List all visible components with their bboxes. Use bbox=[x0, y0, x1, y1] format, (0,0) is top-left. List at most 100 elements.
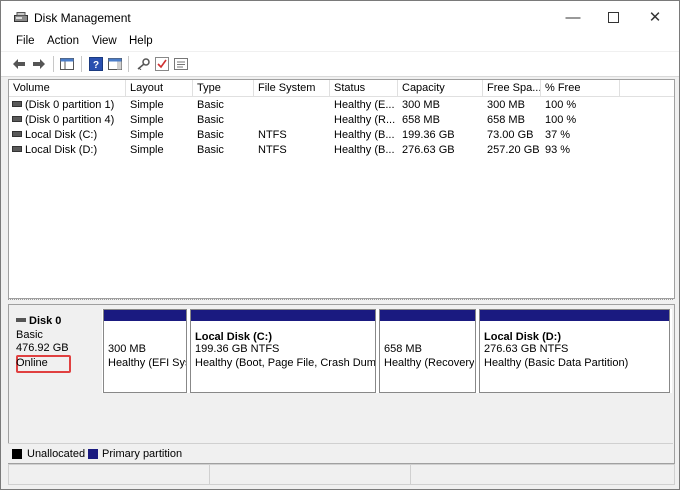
forward-arrow-icon[interactable] bbox=[31, 56, 47, 72]
column-header-capacity[interactable]: Capacity bbox=[398, 80, 483, 97]
capacity-cell: 300 MB bbox=[402, 99, 440, 111]
primary-partition-bar bbox=[191, 310, 375, 321]
status-bar bbox=[8, 464, 675, 485]
partition-status: Healthy (Basic Data Partition) bbox=[484, 357, 629, 369]
partition-map: 300 MB Healthy (EFI Sys Local Disk (C:) … bbox=[102, 309, 672, 393]
percent-free-cell: 37 % bbox=[545, 129, 571, 141]
close-icon: ✕ bbox=[648, 9, 662, 26]
status-cell: Healthy (E... bbox=[334, 99, 395, 111]
key-icon[interactable] bbox=[135, 56, 151, 72]
file-system-cell: NTFS bbox=[258, 144, 287, 156]
partition-status: Healthy (Boot, Page File, Crash Dump bbox=[195, 357, 375, 369]
column-header-percent-free[interactable]: % Free bbox=[541, 80, 620, 97]
partition-status: Healthy (Recovery bbox=[384, 357, 474, 369]
check-icon[interactable] bbox=[154, 56, 170, 72]
disk-status: Online bbox=[16, 357, 48, 369]
free-space-cell: 300 MB bbox=[487, 99, 525, 111]
free-space-cell: 257.20 GB bbox=[487, 144, 540, 156]
status-cell: Healthy (B... bbox=[334, 144, 395, 156]
minimize-icon: — bbox=[565, 8, 581, 26]
title-bar: Disk Management — ✕ bbox=[1, 1, 679, 33]
layout-cell: Simple bbox=[130, 99, 164, 111]
svg-text:?: ? bbox=[93, 60, 99, 71]
percent-free-cell: 100 % bbox=[545, 99, 577, 111]
primary-partition-swatch bbox=[88, 449, 98, 459]
console-tree-icon[interactable] bbox=[59, 56, 75, 72]
volume-name: (Disk 0 partition 1) bbox=[25, 99, 115, 111]
disk-type: Basic bbox=[16, 329, 43, 341]
legend: Unallocated Primary partition bbox=[8, 443, 673, 463]
disk-0-info[interactable]: Disk 0 Basic 476.92 GB Online bbox=[9, 309, 101, 393]
volume-icon bbox=[12, 101, 22, 107]
file-system-cell: NTFS bbox=[258, 129, 287, 141]
table-row[interactable]: (Disk 0 partition 1) Simple Basic Health… bbox=[9, 98, 669, 113]
percent-free-cell: 93 % bbox=[545, 144, 571, 156]
disk-management-window: Disk Management — ✕ File Action View Hel… bbox=[0, 0, 680, 490]
table-row[interactable]: Local Disk (C:) Simple Basic NTFS Health… bbox=[9, 128, 669, 143]
partition-recovery[interactable]: 658 MB Healthy (Recovery bbox=[379, 309, 476, 393]
column-header-free-space[interactable]: Free Spa... bbox=[483, 80, 541, 97]
disk-icon bbox=[16, 318, 26, 322]
type-cell: Basic bbox=[197, 144, 224, 156]
partition-status: Healthy (EFI Sys bbox=[108, 357, 186, 369]
menu-action[interactable]: Action bbox=[47, 35, 79, 47]
layout-cell: Simple bbox=[130, 144, 164, 156]
type-cell: Basic bbox=[197, 114, 224, 126]
disk-name: Disk 0 bbox=[29, 315, 62, 327]
menu-help[interactable]: Help bbox=[129, 35, 153, 47]
type-cell: Basic bbox=[197, 129, 224, 141]
partition-size: 276.63 GB NTFS bbox=[484, 343, 569, 355]
partition-efi[interactable]: 300 MB Healthy (EFI Sys bbox=[103, 309, 187, 393]
volume-name: Local Disk (C:) bbox=[25, 129, 98, 141]
partition-name: Local Disk (D:) bbox=[484, 331, 562, 343]
percent-free-cell: 100 % bbox=[545, 114, 577, 126]
back-arrow-icon[interactable] bbox=[11, 56, 27, 72]
maximize-button[interactable] bbox=[590, 1, 636, 33]
close-button[interactable]: ✕ bbox=[632, 1, 678, 33]
free-space-cell: 73.00 GB bbox=[487, 129, 534, 141]
layout-cell: Simple bbox=[130, 114, 164, 126]
volume-icon bbox=[12, 146, 22, 152]
column-header-layout[interactable]: Layout bbox=[126, 80, 193, 97]
show-pane-icon[interactable] bbox=[107, 56, 123, 72]
table-row[interactable]: Local Disk (D:) Simple Basic NTFS Health… bbox=[9, 143, 669, 158]
toolbar: ? bbox=[1, 52, 679, 77]
volume-name: Local Disk (D:) bbox=[25, 144, 98, 156]
legend-primary-partition: Primary partition bbox=[102, 448, 183, 460]
disk-size: 476.92 GB bbox=[16, 342, 69, 354]
partition-local-disk-c[interactable]: Local Disk (C:) 199.36 GB NTFS Healthy (… bbox=[190, 309, 376, 393]
menu-view[interactable]: View bbox=[92, 35, 117, 47]
pane-splitter[interactable] bbox=[8, 299, 673, 303]
help-icon[interactable]: ? bbox=[88, 56, 104, 72]
window-title: Disk Management bbox=[34, 11, 131, 25]
column-header-volume[interactable]: Volume bbox=[9, 80, 126, 97]
primary-partition-bar bbox=[104, 310, 186, 321]
partition-size: 658 MB bbox=[384, 343, 422, 355]
table-row[interactable]: (Disk 0 partition 4) Simple Basic Health… bbox=[9, 113, 669, 128]
volume-list: Volume Layout Type File System Status Ca… bbox=[8, 79, 675, 299]
column-header-status[interactable]: Status bbox=[330, 80, 398, 97]
partition-name: Local Disk (C:) bbox=[195, 331, 273, 343]
primary-partition-bar bbox=[480, 310, 669, 321]
volume-icon bbox=[12, 116, 22, 122]
maximize-icon bbox=[607, 11, 619, 23]
status-cell: Healthy (B... bbox=[334, 129, 395, 141]
properties-icon[interactable] bbox=[173, 56, 189, 72]
disk-map-pane: Disk 0 Basic 476.92 GB Online 300 MB Hea… bbox=[8, 304, 675, 464]
column-header-file-system[interactable]: File System bbox=[254, 80, 330, 97]
menu-file[interactable]: File bbox=[16, 35, 35, 47]
disk-management-icon bbox=[14, 12, 28, 24]
volume-name: (Disk 0 partition 4) bbox=[25, 114, 115, 126]
partition-size: 300 MB bbox=[108, 343, 146, 355]
layout-cell: Simple bbox=[130, 129, 164, 141]
unallocated-swatch bbox=[12, 449, 22, 459]
partition-local-disk-d[interactable]: Local Disk (D:) 276.63 GB NTFS Healthy (… bbox=[479, 309, 670, 393]
status-cell: Healthy (R... bbox=[334, 114, 396, 126]
column-header-type[interactable]: Type bbox=[193, 80, 254, 97]
capacity-cell: 199.36 GB bbox=[402, 129, 455, 141]
volume-icon bbox=[12, 131, 22, 137]
menu-bar: File Action View Help bbox=[1, 33, 679, 51]
capacity-cell: 276.63 GB bbox=[402, 144, 455, 156]
partition-size: 199.36 GB NTFS bbox=[195, 343, 280, 355]
type-cell: Basic bbox=[197, 99, 224, 111]
